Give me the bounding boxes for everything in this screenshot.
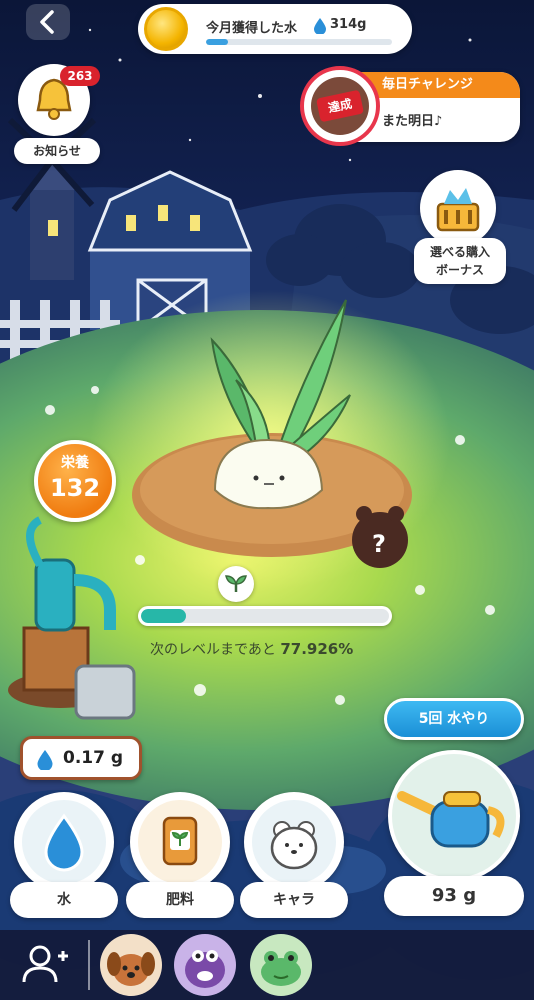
nutrition-value: 132: [49, 474, 101, 502]
nutrition-title: 栄養: [61, 455, 89, 471]
notification-button[interactable]: 263 お知らせ: [14, 64, 100, 164]
nutrition-badge[interactable]: 栄養 132: [34, 440, 116, 522]
frog-icon: [261, 951, 301, 986]
notification-badge: 263: [60, 66, 100, 86]
level-progress-fill: [141, 609, 186, 623]
water-amount-display[interactable]: 0.17 g: [20, 736, 142, 780]
daily-challenge-button[interactable]: 毎日チャレンジ また明日♪ 達成: [300, 66, 520, 146]
character-button-label: キャラ: [240, 882, 348, 918]
hamster-character-icon: [270, 821, 318, 870]
water-amount-value: 0.17 g: [63, 748, 124, 768]
watering-can-button[interactable]: 93 g: [384, 750, 524, 918]
monthly-water-value: 314g: [330, 17, 367, 32]
daily-challenge-status: また明日♪: [382, 114, 443, 129]
water-multiple-button[interactable]: 5回 水やり: [384, 698, 524, 740]
monster-character-avatar[interactable]: [174, 934, 236, 996]
plant-level-icon: [218, 566, 254, 602]
fertilizer-button-label: 肥料: [126, 882, 234, 918]
bottom-bar: [0, 930, 534, 1000]
dog-icon: [107, 952, 155, 986]
monthly-water-panel[interactable]: 今月獲得した水 314g: [138, 4, 412, 54]
frog-character-avatar[interactable]: [250, 934, 312, 996]
watering-can-icon: [397, 791, 505, 848]
gift-basket-icon: [436, 188, 480, 232]
challenge-stamp-badge: 達成: [300, 66, 380, 146]
level-progress-bar: [138, 606, 392, 626]
water-button-label: 水: [10, 882, 118, 918]
monthly-water-progress-fill: [206, 39, 229, 45]
dog-character-avatar[interactable]: [100, 934, 162, 996]
water-drop-icon: [37, 750, 53, 770]
water-drop-icon: [44, 813, 84, 872]
purchase-bonus-label: 選べる購入 ボーナス: [414, 238, 506, 284]
chevron-left-icon: [40, 10, 54, 34]
water-coin-icon: [144, 7, 188, 51]
water-button[interactable]: 水: [10, 792, 118, 922]
notification-label: お知らせ: [14, 138, 100, 164]
fertilizer-button[interactable]: 肥料: [126, 792, 234, 922]
back-button[interactable]: [26, 4, 70, 40]
monster-icon: [185, 950, 225, 988]
level-progress-text: 次のレベルまであと 77.926%: [150, 640, 354, 658]
watering-can-amount: 93 g: [384, 876, 524, 916]
character-button[interactable]: キャラ: [240, 792, 348, 922]
fertilizer-bag-icon: [162, 816, 198, 866]
add-friend-icon: [22, 945, 68, 983]
sprout-icon: [225, 575, 247, 592]
add-friend-button[interactable]: [14, 938, 74, 992]
water-drop-icon: [314, 18, 326, 34]
monthly-water-progress: [206, 39, 392, 45]
purchase-bonus-button[interactable]: 選べる購入 ボーナス: [414, 170, 506, 286]
level-progress-percent: 77.926%: [280, 640, 354, 658]
svg-text:?: ?: [372, 530, 386, 558]
monthly-water-label: 今月獲得した水: [206, 21, 298, 36]
bottom-bar-divider: [88, 940, 90, 990]
